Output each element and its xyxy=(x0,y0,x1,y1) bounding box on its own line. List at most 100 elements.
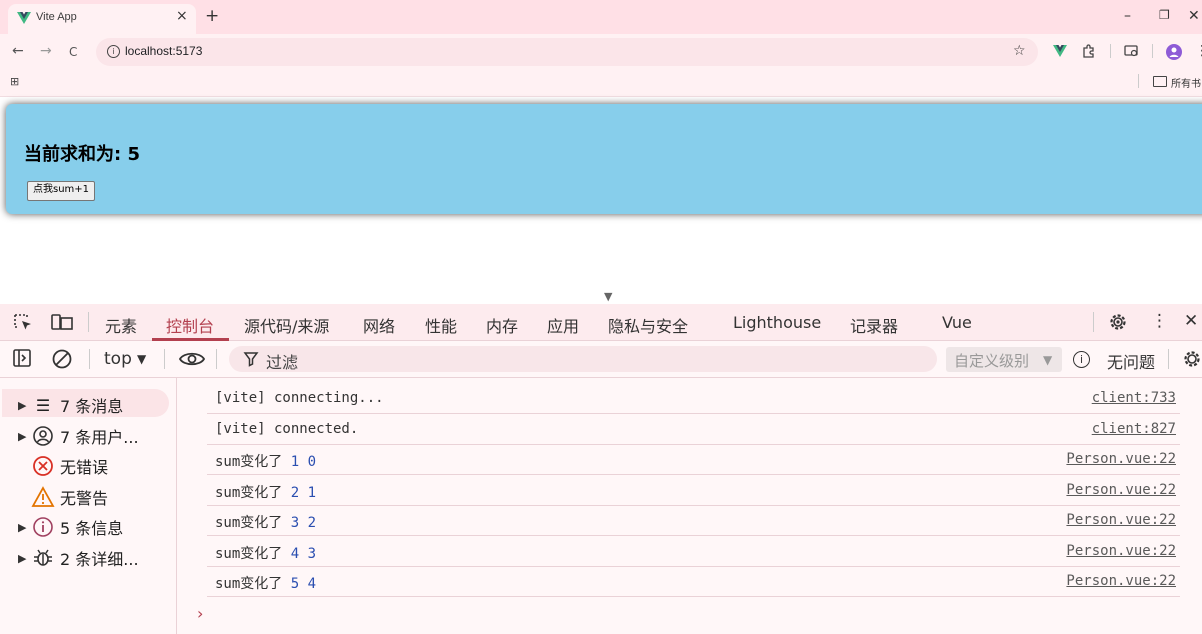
log-source-link[interactable]: Person.vue:22 xyxy=(1066,543,1176,559)
inspect-element-icon[interactable] xyxy=(12,312,34,332)
bookmark-bar xyxy=(0,70,1202,97)
sidebar-item-verbose[interactable]: ▶ 2 条详细... xyxy=(18,546,139,570)
chevron-down-icon: ▼ xyxy=(1043,353,1053,367)
console-log-row: sum变化了 1 0 Person.vue:22 xyxy=(207,444,1180,475)
console-prompt[interactable]: › xyxy=(197,604,203,623)
log-message: sum变化了 5 4 xyxy=(215,576,317,592)
sidebar-item-info[interactable]: ▶ 5 条信息 xyxy=(18,515,123,539)
settings-gear-icon[interactable] xyxy=(1107,311,1129,333)
increment-sum-button[interactable]: 点我sum+1 xyxy=(27,181,96,201)
divider xyxy=(164,349,165,369)
console-settings-gear-icon[interactable] xyxy=(1181,348,1202,370)
log-value-new: 3 xyxy=(290,515,300,531)
clear-console-icon[interactable] xyxy=(51,348,73,370)
tab-recorder[interactable]: 记录器 xyxy=(850,313,898,337)
divider xyxy=(216,349,217,369)
bug-icon xyxy=(30,547,56,569)
log-message: sum变化了 2 1 xyxy=(215,485,317,501)
forward-button[interactable]: → xyxy=(40,43,52,59)
live-expression-eye-icon[interactable] xyxy=(178,349,206,369)
console-log-row: sum变化了 5 4 Person.vue:22 xyxy=(207,566,1180,597)
console-log-row: [vite] connected. client:827 xyxy=(207,414,1180,445)
log-value-new: 1 xyxy=(290,454,300,470)
bookmark-star-icon[interactable]: ☆ xyxy=(1013,43,1026,59)
tab-close-button[interactable]: × xyxy=(176,8,188,24)
log-value-old: 3 xyxy=(307,546,317,562)
browser-tab[interactable]: Vite App × xyxy=(8,4,196,34)
minimize-button[interactable]: – xyxy=(1124,8,1131,24)
tab-elements[interactable]: 元素 xyxy=(105,313,137,337)
error-icon xyxy=(30,455,56,477)
tab-performance[interactable]: 性能 xyxy=(425,313,457,337)
log-value-old: 0 xyxy=(307,454,317,470)
filter-icon xyxy=(243,352,259,367)
filter-placeholder: 过滤 xyxy=(266,353,299,372)
context-selector[interactable]: top xyxy=(104,349,132,369)
extensions-icon[interactable] xyxy=(1082,44,1096,58)
expand-arrow-icon[interactable]: ▶ xyxy=(18,552,30,565)
log-message: sum变化了 1 0 xyxy=(215,454,317,470)
all-bookmarks-label[interactable]: 所有书 xyxy=(1171,75,1201,90)
issues-info-icon[interactable]: i xyxy=(1073,351,1090,368)
log-value-old: 2 xyxy=(307,515,317,531)
log-message: [vite] connected. xyxy=(215,421,359,437)
vue-devtools-icon[interactable] xyxy=(1053,45,1067,57)
tab-application[interactable]: 应用 xyxy=(547,313,579,337)
log-value-new: 4 xyxy=(290,546,300,562)
sidebar-item-messages[interactable]: ▶ ☰ 7 条消息 xyxy=(18,393,123,417)
profile-icon[interactable] xyxy=(1166,44,1182,60)
address-bar[interactable] xyxy=(96,38,1038,66)
folder-icon xyxy=(1153,76,1167,87)
log-source-link[interactable]: Person.vue:22 xyxy=(1066,451,1176,467)
cast-icon[interactable] xyxy=(1124,44,1139,58)
toggle-sidebar-icon[interactable] xyxy=(12,348,32,368)
tab-memory[interactable]: 内存 xyxy=(486,313,518,337)
apps-icon[interactable]: ⊞ xyxy=(10,75,19,88)
tab-vue[interactable]: Vue xyxy=(942,313,972,332)
log-source-link[interactable]: Person.vue:22 xyxy=(1066,512,1176,528)
user-icon xyxy=(30,425,56,447)
console-log-row: sum变化了 4 3 Person.vue:22 xyxy=(207,536,1180,567)
close-window-button[interactable]: ✕ xyxy=(1188,8,1200,24)
devtools-resize-handle[interactable]: ▼ xyxy=(604,290,612,303)
sidebar-item-warnings[interactable]: 无警告 xyxy=(18,485,108,509)
menu-icon[interactable]: ⋮ xyxy=(1195,43,1202,59)
site-info-icon[interactable]: i xyxy=(107,45,120,58)
expand-arrow-icon[interactable]: ▶ xyxy=(18,399,30,412)
back-button[interactable]: ← xyxy=(12,43,24,59)
close-devtools-icon[interactable]: ✕ xyxy=(1184,311,1198,331)
url-text[interactable]: localhost:5173 xyxy=(125,44,202,58)
tab-privacy-security[interactable]: 隐私与安全 xyxy=(608,313,688,337)
log-source-link[interactable]: Person.vue:22 xyxy=(1066,573,1176,589)
log-value-old: 4 xyxy=(307,576,317,592)
more-options-icon[interactable]: ⋮ xyxy=(1151,311,1168,331)
device-toolbar-icon[interactable] xyxy=(50,312,74,332)
expand-arrow-icon[interactable]: ▶ xyxy=(18,430,30,443)
tab-console[interactable]: 控制台 xyxy=(166,313,214,337)
log-source-link[interactable]: client:827 xyxy=(1092,421,1176,437)
restore-button[interactable]: ❐ xyxy=(1159,8,1170,22)
tab-sources[interactable]: 源代码/来源 xyxy=(244,313,329,337)
expand-arrow-icon[interactable]: ▶ xyxy=(18,521,30,534)
new-tab-button[interactable]: + xyxy=(205,8,219,25)
issues-count[interactable]: 无问题 xyxy=(1107,349,1155,373)
console-log-row: sum变化了 2 1 Person.vue:22 xyxy=(207,475,1180,506)
log-source-link[interactable]: client:733 xyxy=(1092,390,1176,406)
sidebar-item-errors[interactable]: 无错误 xyxy=(18,454,108,478)
console-log-row: sum变化了 3 2 Person.vue:22 xyxy=(207,505,1180,536)
reload-button[interactable]: C xyxy=(69,45,77,59)
divider xyxy=(1168,349,1169,369)
console-filter-input[interactable] xyxy=(229,346,937,372)
log-source-link[interactable]: Person.vue:22 xyxy=(1066,482,1176,498)
sum-heading: 当前求和为: 5 xyxy=(24,144,140,165)
tab-lighthouse[interactable]: Lighthouse xyxy=(733,313,821,332)
tab-network[interactable]: 网络 xyxy=(363,313,395,337)
sidebar-item-user-messages[interactable]: ▶ 7 条用户... xyxy=(18,424,139,448)
log-message: sum变化了 3 2 xyxy=(215,515,317,531)
info-icon xyxy=(30,516,56,538)
vue-favicon-icon xyxy=(17,12,31,24)
context-dropdown-icon[interactable]: ▼ xyxy=(137,352,146,366)
log-value-old: 1 xyxy=(307,485,317,501)
bookmark-divider xyxy=(1138,74,1139,88)
log-value-new: 2 xyxy=(290,485,300,501)
